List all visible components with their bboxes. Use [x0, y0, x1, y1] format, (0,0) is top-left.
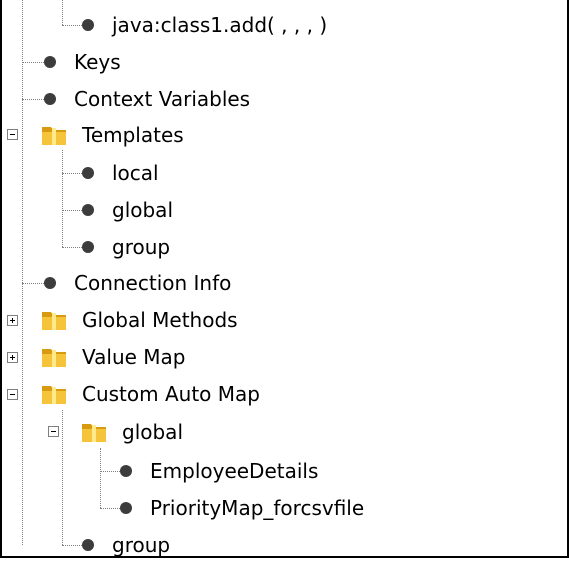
tree-connector [22, 62, 44, 63]
tree-view[interactable]: java:class1.add( , , , ) Keys Context Va… [0, 0, 569, 560]
tree-item-local[interactable]: local [82, 155, 159, 191]
tree-item-label: PriorityMap_forcsvfile [150, 496, 365, 520]
tree-item-value-map[interactable]: Value Map [40, 339, 186, 375]
tree-connector [62, 0, 63, 25]
folder-icon [42, 386, 66, 404]
tree-connector [100, 508, 120, 509]
collapse-toggle-templates[interactable] [7, 129, 18, 140]
tree-item-label: Context Variables [74, 87, 251, 111]
tree-connector [62, 410, 63, 545]
collapse-toggle-custom-auto-map[interactable] [7, 389, 18, 400]
tree-item-custom-global[interactable]: global [80, 414, 183, 450]
tree-item-label: Custom Auto Map [82, 382, 260, 406]
tree-item-global-methods[interactable]: Global Methods [40, 302, 238, 338]
tree-item-label: Value Map [82, 345, 186, 369]
tree-connector [62, 545, 82, 546]
tree-connector [62, 150, 63, 247]
tree-connector [100, 448, 101, 508]
tree-item-label: Global Methods [82, 308, 238, 332]
tree-item-label: EmployeeDetails [150, 459, 319, 483]
minus-icon [51, 431, 56, 432]
tree-item-templates-group[interactable]: group [82, 229, 170, 265]
folder-icon [42, 349, 66, 367]
expand-toggle-global-methods[interactable] [7, 315, 18, 326]
tree-item-templates[interactable]: Templates [40, 117, 184, 153]
tree-item-keys[interactable]: Keys [44, 44, 121, 80]
bullet-icon [82, 241, 94, 253]
tree-connector [62, 247, 82, 248]
tree-item-connection-info[interactable]: Connection Info [44, 265, 231, 301]
bullet-icon [44, 277, 56, 289]
bullet-icon [82, 167, 94, 179]
tree-item-prioritymap-forcsvfile[interactable]: PriorityMap_forcsvfile [120, 490, 364, 526]
bullet-icon [120, 502, 132, 514]
minus-icon [10, 134, 15, 135]
tree-connector [22, 283, 44, 284]
tree-item-label: global [122, 420, 183, 444]
tree-item-custom-auto-map[interactable]: Custom Auto Map [40, 376, 260, 412]
bullet-icon [82, 19, 94, 31]
tree-item-java-class1-add[interactable]: java:class1.add( , , , ) [82, 7, 327, 43]
tree-connector [100, 471, 120, 472]
tree-item-custom-group[interactable]: group [82, 527, 170, 563]
tree-item-label: Connection Info [74, 271, 232, 295]
tree-item-label: Keys [74, 50, 121, 74]
bullet-icon [120, 465, 132, 477]
bullet-icon [44, 93, 56, 105]
tree-item-label: local [112, 161, 159, 185]
expand-toggle-value-map[interactable] [7, 352, 18, 363]
tree-item-label: group [112, 533, 171, 557]
folder-icon [82, 424, 106, 442]
tree-item-label: java:class1.add( , , , ) [112, 13, 328, 37]
tree-connector [62, 210, 82, 211]
folder-icon [42, 312, 66, 330]
collapse-toggle-custom-global[interactable] [48, 426, 59, 437]
bullet-icon [82, 539, 94, 551]
tree-connector [62, 25, 82, 26]
tree-connector [22, 99, 44, 100]
tree-connector [22, 0, 23, 545]
bullet-icon [44, 56, 56, 68]
minus-icon [10, 394, 15, 395]
tree-item-employee-details[interactable]: EmployeeDetails [120, 453, 318, 489]
bullet-icon [82, 204, 94, 216]
tree-item-context-variables[interactable]: Context Variables [44, 81, 250, 117]
tree-item-label: group [112, 235, 171, 259]
tree-item-label: Templates [82, 123, 184, 147]
tree-connector [62, 173, 82, 174]
folder-icon [42, 127, 66, 145]
tree-item-templates-global[interactable]: global [82, 192, 173, 228]
tree-item-label: global [112, 198, 173, 222]
